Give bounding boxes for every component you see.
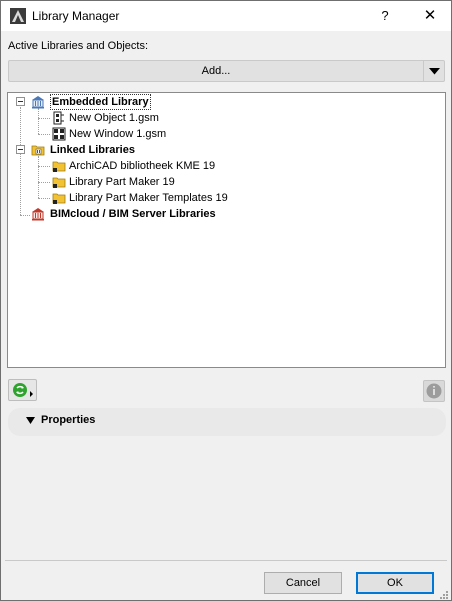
tree-item-library[interactable]: Library Part Maker Templates 19 [8, 190, 308, 206]
bimcloud-libraries-label: BIMcloud / BIM Server Libraries [50, 208, 216, 220]
library-tree[interactable]: Embedded Library New Object 1.gsm New Wi… [7, 92, 446, 368]
library-manager-dialog: Library Manager ? ✕ Active Libraries and… [0, 0, 452, 601]
add-dropdown-button[interactable] [424, 61, 445, 81]
tree-item-library[interactable]: ArchiCAD bibliotheek KME 19 [8, 158, 308, 174]
tree-item-label: ArchiCAD bibliotheek KME 19 [69, 160, 216, 172]
chevron-down-icon [429, 68, 440, 75]
tree-item-label: New Object 1.gsm [69, 112, 159, 124]
embedded-library-label: Embedded Library [50, 94, 151, 110]
tree-item-library[interactable]: Library Part Maker 19 [8, 174, 308, 190]
window-title: Library Manager [32, 9, 120, 23]
linked-libraries-label: Linked Libraries [50, 144, 135, 156]
properties-panel-header[interactable]: Properties [8, 408, 446, 436]
bottom-divider [5, 560, 447, 561]
tree-node-bimcloud-libraries[interactable]: BIMcloud / BIM Server Libraries [8, 206, 308, 222]
cancel-button[interactable]: Cancel [264, 572, 342, 594]
expand-triangle-icon [26, 417, 35, 424]
object-gsm-icon [52, 111, 66, 125]
close-button[interactable]: ✕ [411, 1, 449, 31]
collapse-linked-icon[interactable] [16, 145, 25, 154]
info-icon [426, 383, 442, 399]
library-folder-icon [52, 191, 66, 205]
tree-item-label: Library Part Maker 19 [69, 176, 175, 188]
archicad-app-icon [10, 8, 26, 24]
window-gsm-icon [52, 127, 66, 141]
library-building-icon [31, 95, 45, 109]
tree-node-linked-libraries[interactable]: Linked Libraries [8, 142, 308, 158]
ok-button[interactable]: OK [356, 572, 434, 594]
tree-item-new-object[interactable]: New Object 1.gsm [8, 110, 308, 126]
tree-item-label: Library Part Maker Templates 19 [69, 192, 228, 204]
resize-grip-icon[interactable] [438, 589, 448, 599]
info-button[interactable] [423, 380, 445, 402]
tree-item-new-window[interactable]: New Window 1.gsm [8, 126, 308, 142]
add-button[interactable]: Add... [9, 61, 423, 81]
tree-item-label: New Window 1.gsm [69, 128, 167, 140]
library-folder-icon [52, 175, 66, 189]
help-button[interactable]: ? [369, 1, 401, 31]
collapse-embedded-icon[interactable] [16, 97, 25, 106]
reload-icon [13, 383, 33, 397]
reload-libraries-button[interactable] [8, 379, 37, 401]
active-libraries-label: Active Libraries and Objects: [8, 40, 149, 52]
library-folder-icon [52, 159, 66, 173]
linked-folder-icon [31, 143, 45, 157]
tree-node-embedded-library[interactable]: Embedded Library [8, 94, 308, 110]
properties-label: Properties [41, 414, 96, 426]
add-library-control: Add... [8, 60, 445, 82]
bimcloud-library-icon [31, 207, 45, 221]
title-bar: Library Manager ? ✕ [1, 1, 451, 31]
